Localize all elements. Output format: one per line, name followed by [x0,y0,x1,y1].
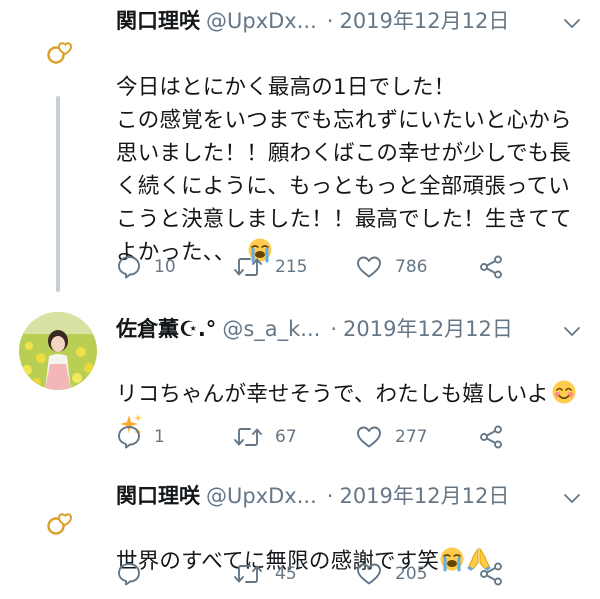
tweet-date[interactable]: 2019年12月12日 [339,479,509,513]
share-icon [480,562,502,586]
ring-avatar[interactable] [19,12,97,90]
like-button[interactable]: 277 [355,423,427,451]
tweet-date[interactable]: 2019年12月12日 [343,312,513,346]
like-count: 205 [395,564,428,584]
action-bar: 10 215 786 [116,253,516,281]
tweet-text: リコちゃんが幸せそうで、わたしも嬉しいよ [116,382,549,407]
reply-count: 1 [154,427,165,447]
like-count: 786 [395,257,428,277]
retweet-button[interactable]: 45 [233,560,297,588]
user-handle[interactable]: @UpxDx... [206,4,317,38]
like-count: 277 [395,427,428,447]
ring-image [19,12,97,90]
share-icon [480,425,502,449]
retweet-count: 45 [275,564,297,584]
tweet-1[interactable]: 関口理咲 @UpxDx... · 2019年12月12日 今日はとにかく最高の1… [0,0,600,300]
reply-icon [118,256,140,279]
heart-icon [357,426,381,448]
user-handle[interactable]: @UpxDx... [206,479,317,513]
retweet-count: 215 [275,257,308,277]
reply-icon [118,426,140,449]
share-icon [480,255,502,279]
heart-icon [357,563,381,585]
share-button[interactable] [478,253,504,281]
retweet-icon [234,428,262,446]
reply-count: 10 [154,257,176,277]
retweet-button[interactable]: 215 [233,253,307,281]
reply-button[interactable]: 1 [116,423,165,451]
ring-image [19,483,97,561]
display-name[interactable]: 関口理咲 [116,4,200,38]
display-name[interactable]: 佐倉薫☪︎.° [116,312,216,346]
profile-photo [19,312,97,390]
chevron-down-icon[interactable] [563,489,581,507]
separator-dot: · [326,484,334,508]
heart-icon [357,256,381,278]
retweet-icon [234,258,262,276]
thread-line [56,96,60,292]
tweet-header: 佐倉薫☪︎.° @s_a_k... · 2019年12月12日 [116,312,513,346]
tweet-header: 関口理咲 @UpxDx... · 2019年12月12日 [116,4,509,38]
share-button[interactable] [478,423,504,451]
ring-avatar[interactable] [19,483,97,561]
tweet-header: 関口理咲 @UpxDx... · 2019年12月12日 [116,479,509,513]
retweet-button[interactable]: 67 [233,423,297,451]
reply-button[interactable]: 10 [116,253,176,281]
reply-icon [118,563,140,586]
chevron-down-icon[interactable] [563,322,581,340]
action-bar: 1 67 277 [116,423,516,451]
share-button[interactable] [478,560,504,588]
like-button[interactable]: 205 [355,560,427,588]
user-avatar[interactable] [19,312,97,390]
display-name[interactable]: 関口理咲 [116,479,200,513]
like-button[interactable]: 786 [355,253,427,281]
retweet-icon [234,565,262,583]
tweet-text: 今日はとにかく最高の1日でした！ この感覚をいつまでも忘れずにいたいと心から思い… [116,75,572,265]
user-handle[interactable]: @s_a_k... [222,312,320,346]
tweet-3[interactable]: 関口理咲 @UpxDx... · 2019年12月12日 世界のすべてに無限の感… [0,475,600,599]
reply-button[interactable] [116,560,154,588]
separator-dot: · [326,9,334,33]
action-bar: 45 205 [116,560,516,588]
retweet-count: 67 [275,427,297,447]
tweet-2[interactable]: 佐倉薫☪︎.° @s_a_k... · 2019年12月12日 リコちゃんが幸せ… [0,300,600,475]
smiling-face-with-smiling-eyes-emoji [552,380,576,404]
separator-dot: · [330,317,337,341]
tweet-date[interactable]: 2019年12月12日 [339,4,509,38]
chevron-down-icon[interactable] [563,14,581,32]
tweet-text-block: 今日はとにかく最高の1日でした！ この感覚をいつまでも忘れずにいたいと心から思い… [116,38,586,269]
